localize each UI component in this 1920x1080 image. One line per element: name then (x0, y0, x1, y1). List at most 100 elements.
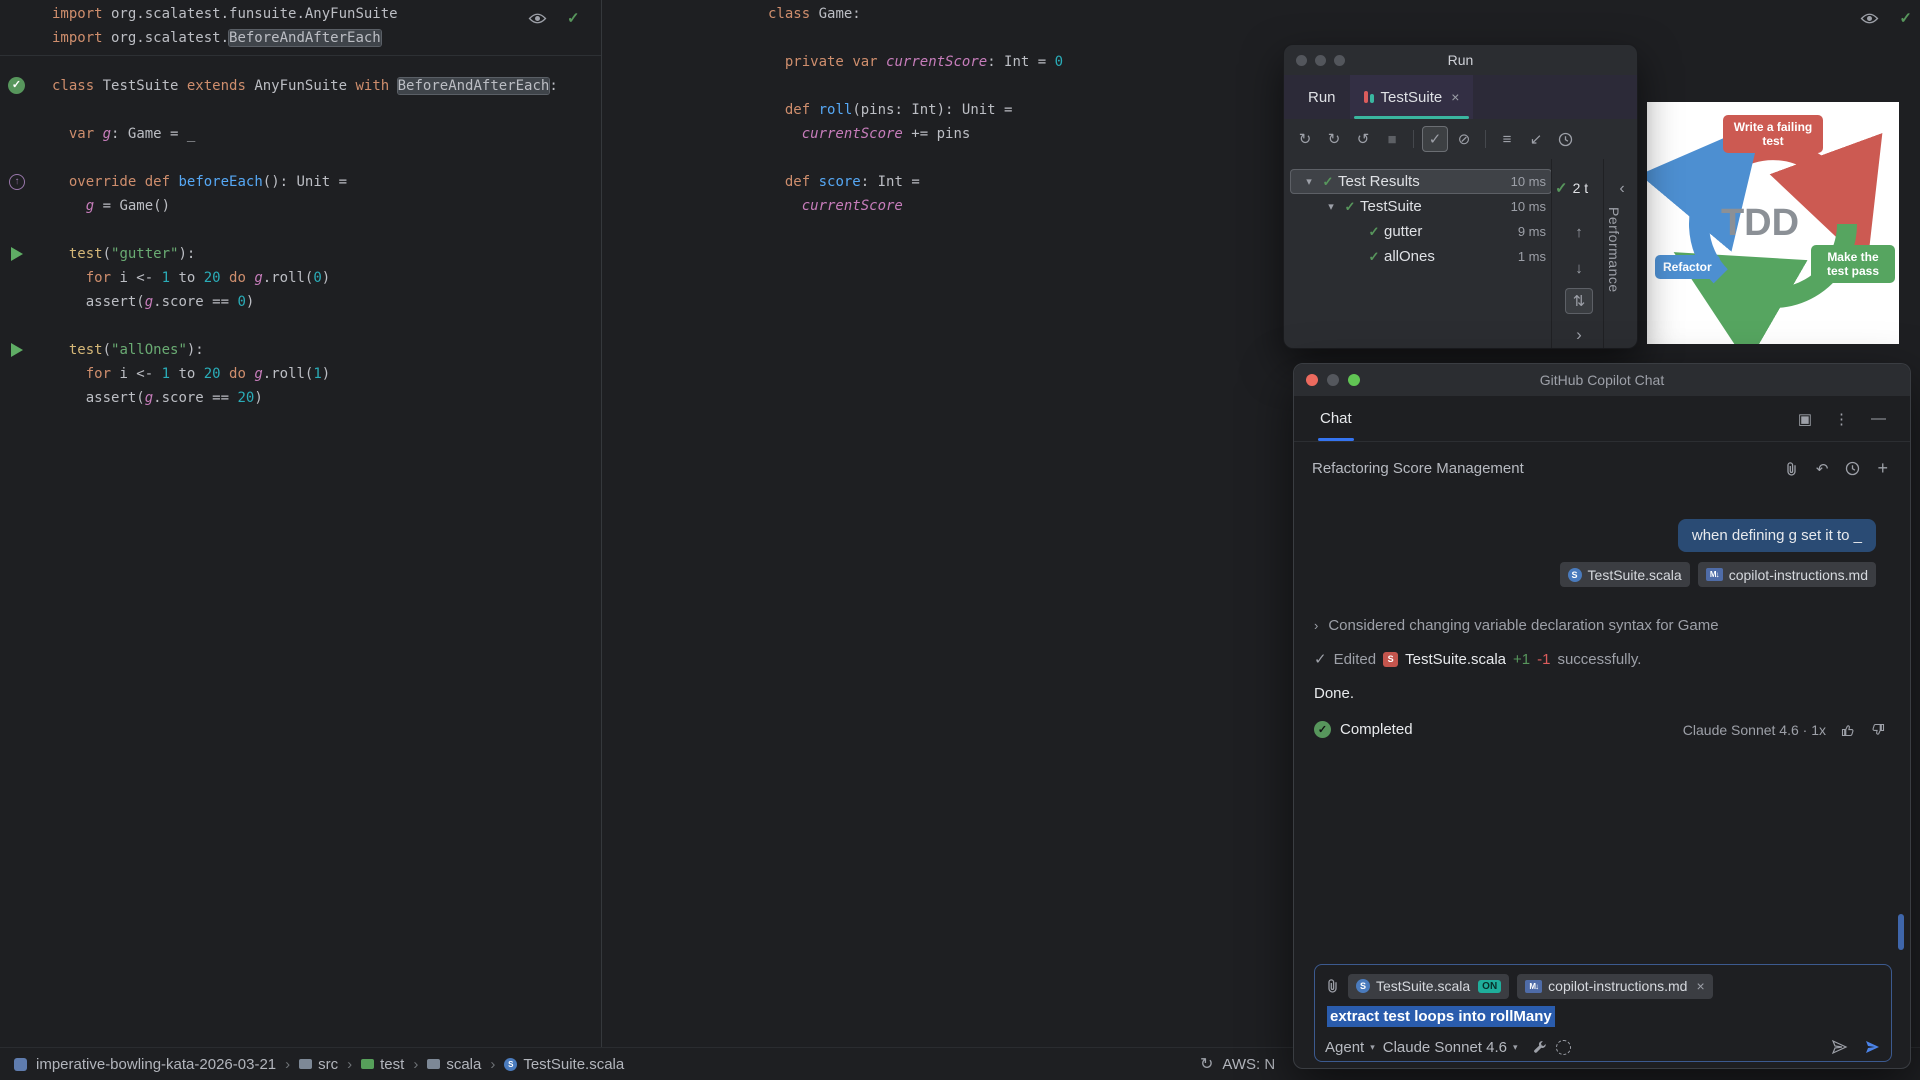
sort-alpha-icon[interactable]: ≡ (1494, 126, 1520, 152)
code-line[interactable]: currentScore += pins (768, 122, 1063, 146)
close-window-button[interactable] (1306, 374, 1318, 386)
collapse-panel-icon[interactable]: ‹ (1611, 177, 1633, 201)
code-line[interactable]: g = Game() (52, 194, 558, 218)
code-area-testsuite[interactable]: import org.scalatest.funsuite.AnyFunSuit… (52, 2, 558, 410)
reader-mode-eye-icon[interactable] (1860, 12, 1879, 25)
send-options-icon[interactable] (1831, 1039, 1848, 1055)
code-line[interactable]: assert(g.score == 0) (52, 290, 558, 314)
code-line[interactable]: class Game: (768, 2, 1063, 26)
zoom-window-button[interactable] (1348, 374, 1360, 386)
rerun-failed-icon[interactable]: ↻ (1321, 126, 1347, 152)
thumbs-up-icon[interactable] (1840, 722, 1856, 738)
remove-chip-icon[interactable]: × (1696, 978, 1704, 994)
attach-icon[interactable] (1784, 461, 1799, 477)
model-dropdown[interactable]: Claude Sonnet 4.6 ▾ (1383, 1039, 1518, 1056)
breadcrumb-item[interactable]: test (361, 1056, 404, 1073)
aws-status-text[interactable]: AWS: N (1222, 1056, 1275, 1073)
scrollbar-thumb[interactable] (1898, 914, 1904, 950)
run-tab-testsuite[interactable]: TestSuite × (1349, 75, 1474, 119)
tools-icon[interactable] (1532, 1039, 1548, 1055)
breadcrumb-project[interactable]: imperative-bowling-kata-2026-03-21 (36, 1056, 276, 1073)
code-line[interactable]: test("allOnes"): (52, 338, 558, 362)
code-line[interactable] (768, 26, 1063, 50)
input-text-row[interactable]: extract test loops into rollMany (1325, 1002, 1881, 1030)
code-line[interactable] (52, 98, 558, 122)
show-passed-icon[interactable]: ✓ (1422, 126, 1448, 152)
code-line[interactable]: override def beforeEach(): Unit = (52, 170, 558, 194)
code-line[interactable]: def roll(pins: Int): Unit = (768, 98, 1063, 122)
test-tree-row[interactable]: ▾ ✓ TestSuite 10 ms (1290, 194, 1552, 219)
rerun-icon[interactable]: ↻ (1292, 126, 1318, 152)
context-chip[interactable]: M↓ copilot-instructions.md × (1517, 973, 1713, 999)
editor-pane-testsuite[interactable]: ✓ ↑ import org.scalatest.funsuite.AnyFunS… (0, 0, 601, 1047)
code-line[interactable] (768, 74, 1063, 98)
close-window-button[interactable] (1296, 54, 1307, 66)
chat-input-text[interactable]: extract test loops into rollMany (1327, 1005, 1555, 1027)
context-chip[interactable]: S TestSuite.scala ON (1348, 973, 1510, 999)
history-icon[interactable] (1845, 461, 1860, 476)
new-chat-icon[interactable]: + (1877, 458, 1888, 479)
code-area-game[interactable]: class Game: private var currentScore: In… (768, 2, 1063, 218)
thumbs-down-icon[interactable] (1870, 722, 1886, 738)
minimize-window-button[interactable] (1327, 374, 1339, 386)
code-line[interactable]: import org.scalatest.funsuite.AnyFunSuit… (52, 2, 558, 26)
inspections-ok-icon[interactable]: ✓ (1899, 9, 1912, 27)
sort-by-duration-icon[interactable]: ⇅ (1565, 288, 1593, 314)
performance-side-tab[interactable]: Performance (1606, 207, 1622, 293)
undo-icon[interactable]: ↶ (1816, 460, 1829, 478)
code-line[interactable]: test("gutter"): (52, 242, 558, 266)
history-icon[interactable] (1552, 126, 1578, 152)
code-line[interactable]: for i <- 1 to 20 do g.roll(0) (52, 266, 558, 290)
toggle-panel-icon[interactable]: ▣ (1798, 410, 1812, 428)
minimize-window-button[interactable] (1315, 54, 1326, 66)
toggle-auto-test-icon[interactable]: ↺ (1350, 126, 1376, 152)
code-line[interactable] (52, 50, 558, 74)
sync-icon[interactable]: ↻ (1200, 1054, 1213, 1074)
code-line[interactable] (768, 146, 1063, 170)
status-circle-icon[interactable] (1555, 1039, 1571, 1055)
code-line[interactable] (52, 146, 558, 170)
minimize-panel-icon[interactable]: — (1871, 410, 1886, 427)
tests-passed-gutter-icon[interactable]: ✓ (8, 77, 25, 94)
show-ignored-icon[interactable]: ⊘ (1451, 126, 1477, 152)
override-marker-icon[interactable]: ↑ (9, 174, 25, 190)
breadcrumb-item[interactable]: scala (427, 1056, 481, 1073)
code-line[interactable]: class TestSuite extends AnyFunSuite with… (52, 74, 558, 98)
code-line[interactable]: for i <- 1 to 20 do g.roll(1) (52, 362, 558, 386)
test-tree-row[interactable]: ✓ gutter 9 ms (1290, 219, 1552, 244)
chevron-down-icon[interactable]: ▾ (1322, 200, 1340, 213)
navigate-next-icon[interactable]: ↓ (1565, 255, 1593, 281)
run-test-gutter-icon[interactable] (11, 343, 23, 357)
code-line[interactable]: assert(g.score == 20) (52, 386, 558, 410)
breadcrumb-item[interactable]: S TestSuite.scala (504, 1056, 624, 1073)
code-line[interactable]: private var currentScore: Int = 0 (768, 50, 1063, 74)
send-icon[interactable] (1864, 1039, 1881, 1055)
navigate-to-icon[interactable]: ↙ (1523, 126, 1549, 152)
kebab-menu-icon[interactable]: ⋮ (1834, 410, 1849, 428)
stop-icon[interactable]: ■ (1379, 126, 1405, 152)
close-tab-icon[interactable]: × (1451, 89, 1459, 105)
attach-icon[interactable] (1325, 978, 1340, 994)
zoom-window-button[interactable] (1334, 54, 1345, 66)
tab-chat[interactable]: Chat (1318, 396, 1354, 441)
code-line[interactable]: import org.scalatest.BeforeAndAfterEach (52, 26, 558, 50)
chevron-down-icon[interactable]: ▾ (1300, 175, 1318, 188)
edited-file-link[interactable]: TestSuite.scala (1405, 651, 1506, 668)
context-chip[interactable]: S TestSuite.scala (1559, 562, 1690, 587)
code-line[interactable]: var g: Game = _ (52, 122, 558, 146)
code-line[interactable] (52, 314, 558, 338)
thought-disclosure[interactable]: › Considered changing variable declarati… (1314, 617, 1900, 634)
run-test-gutter-icon[interactable] (11, 247, 23, 261)
test-tree-row[interactable]: ✓ allOnes 1 ms (1290, 244, 1552, 269)
navigate-previous-icon[interactable]: ↑ (1565, 219, 1593, 245)
mode-dropdown[interactable]: Agent ▾ (1325, 1039, 1375, 1056)
context-chip[interactable]: M↓ copilot-instructions.md (1697, 562, 1876, 587)
code-line[interactable]: def score: Int = (768, 170, 1063, 194)
breadcrumb-item[interactable]: src (299, 1056, 338, 1073)
inspections-ok-icon[interactable]: ✓ (567, 9, 580, 27)
expand-panel-icon[interactable]: › (1565, 322, 1593, 348)
code-line[interactable] (52, 218, 558, 242)
run-tab-run[interactable]: Run (1294, 75, 1350, 119)
reader-mode-eye-icon[interactable] (528, 12, 547, 25)
test-tree-row[interactable]: ▾ ✓ Test Results 10 ms (1290, 169, 1552, 194)
